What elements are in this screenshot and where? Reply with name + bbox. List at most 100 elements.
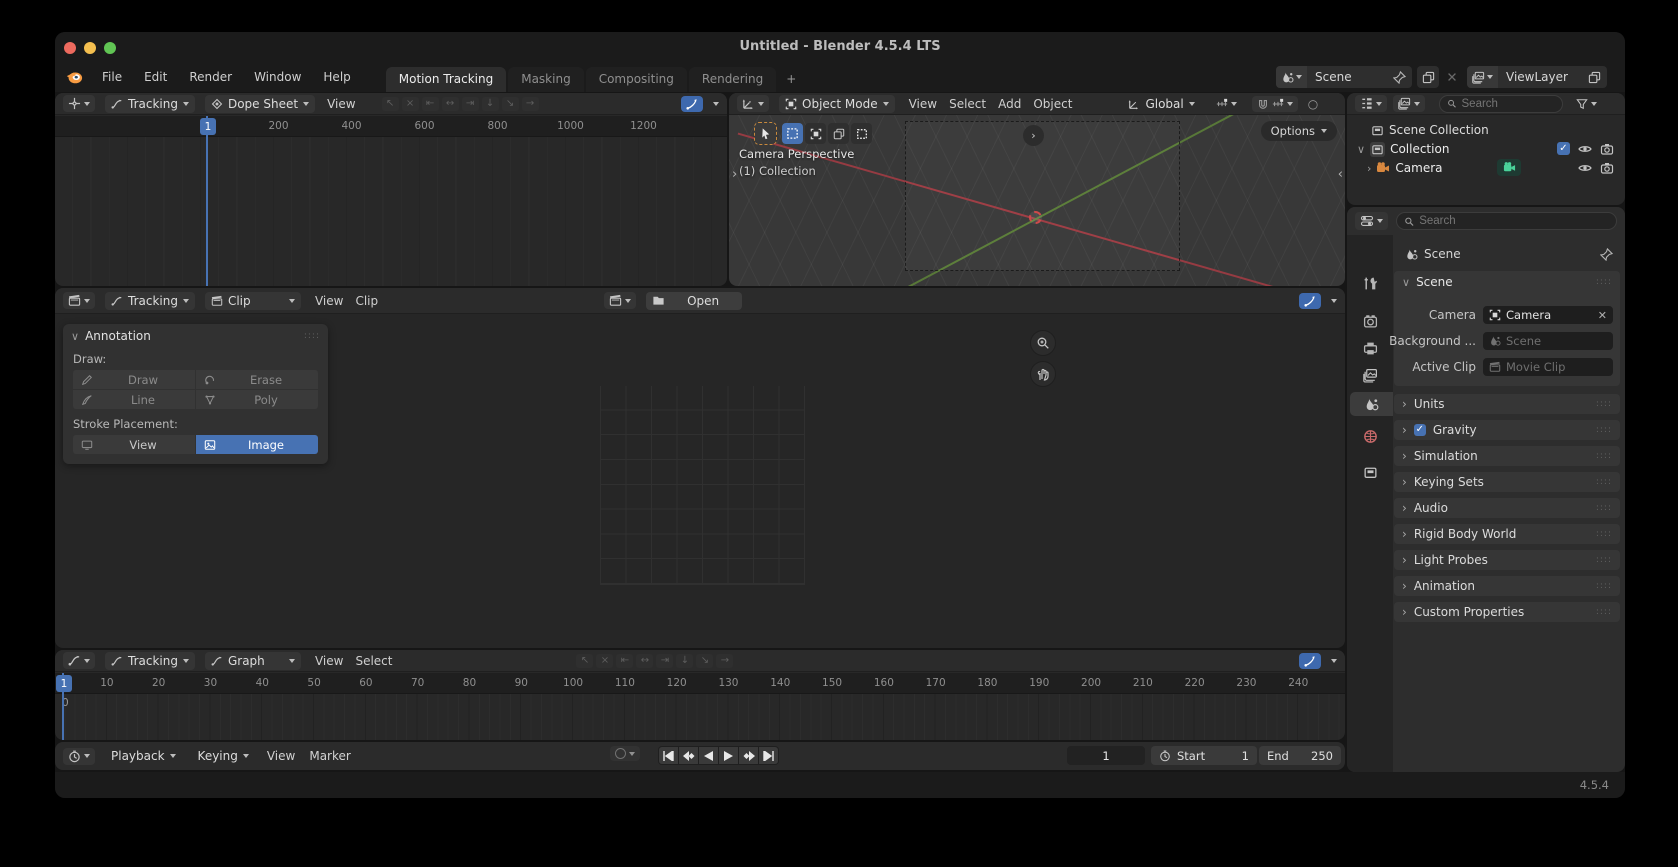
panel-drag-dots[interactable] [1596,581,1612,591]
collection-render-camera-icon[interactable] [1600,142,1614,156]
panel-drag-dots[interactable] [1596,503,1612,513]
outliner-editor-type-button[interactable] [1355,95,1387,112]
frame-start-field[interactable]: Start 1 [1151,746,1257,765]
play-button[interactable] [719,747,738,764]
camera-render-icon[interactable] [1600,161,1614,175]
cursor-tool-button[interactable] [805,123,826,144]
annotation-panel-header[interactable]: ∨Annotation [63,324,328,348]
clip-editor-menu[interactable]: Clip [351,292,382,310]
timeline-editor-type-button[interactable] [63,748,95,765]
viewport-menu[interactable]: View [905,95,941,113]
dope-sheet-active-tool-button[interactable] [681,96,703,112]
outliner-row-camera[interactable]: › Camera [1367,159,1443,177]
annotate-tool-button[interactable] [851,123,872,144]
viewport-editor-type-button[interactable] [737,95,769,112]
graph-mode-dropdown[interactable]: Tracking [105,652,195,670]
play-reverse-button[interactable] [699,747,718,764]
annotation-draw-button[interactable]: Draw [73,370,195,389]
outliner-row-collection[interactable]: ∨ Collection [1357,140,1449,158]
properties-panel[interactable]: Audio [1394,498,1620,518]
clip-active-tool-button[interactable] [1299,293,1321,309]
graph-editor-menu[interactable]: View [311,652,347,670]
camera-data-icon[interactable] [1497,159,1521,176]
pin-icon[interactable] [1600,248,1613,261]
mode-dropdown[interactable]: Object Mode [779,95,895,113]
clip-mode-dropdown[interactable]: Tracking [105,292,195,310]
tab-compositing[interactable]: Compositing [586,67,687,92]
options-dropdown[interactable]: Options [1261,121,1337,141]
expand-chevron-icon[interactable]: › [1367,162,1371,175]
graph-canvas[interactable] [55,694,1345,740]
graph-tool-dropdown[interactable] [1331,659,1337,663]
dope-sheet-context-dropdown[interactable]: Dope Sheet [205,95,315,113]
viewport-menu[interactable]: Object [1029,95,1076,113]
graph-view-dropdown[interactable]: Graph [205,652,301,670]
properties-panel[interactable]: Simulation [1394,446,1620,466]
timeline-marker-menu[interactable]: Marker [307,747,352,765]
toolbar-panel-arrow[interactable]: › [732,167,737,182]
outliner-filter-button[interactable] [1571,96,1602,112]
annotation-poly-button[interactable]: Poly [196,390,318,409]
topbar-menu[interactable]: File [93,67,131,87]
panel-drag-dots[interactable] [1596,529,1612,539]
collection-hide-eye-icon[interactable] [1578,142,1592,156]
camera-hide-eye-icon[interactable] [1578,161,1592,175]
scene-camera-field[interactable]: Camera ✕ [1483,306,1613,324]
gravity-checkbox[interactable]: ✓ [1414,424,1426,436]
expand-chevron-icon[interactable]: ∨ [1357,143,1365,156]
timeline-view-menu[interactable]: View [265,747,297,765]
tab-tool-properties[interactable] [1347,271,1393,295]
viewport-menu[interactable]: Add [994,95,1025,113]
stroke-placement-image-button[interactable]: Image [196,435,318,454]
viewlayer-selector[interactable]: ViewLayer [1467,66,1607,88]
annotation-line-button[interactable]: Line [73,390,195,409]
properties-editor-type-button[interactable] [1355,212,1388,230]
collection-checkbox[interactable]: ✓ [1557,142,1570,155]
properties-panel[interactable]: Light Probes [1394,550,1620,570]
topbar-menu[interactable]: Window [245,67,310,87]
playback-dropdown[interactable]: Playback [105,747,182,765]
toolbar-expand-button[interactable]: › [1023,125,1044,146]
scene-browse-button[interactable] [1276,66,1307,88]
clip-editor-type-button[interactable] [63,292,95,309]
jump-to-end-button[interactable] [759,747,778,764]
clip-placeholder-grid[interactable] [600,386,805,585]
clear-camera-icon[interactable]: ✕ [1598,309,1607,322]
dope-sheet-view-menu[interactable]: View [325,95,357,113]
properties-panel-gravity[interactable]: ✓ Gravity [1394,420,1620,440]
panel-drag-dots[interactable] [1596,477,1612,487]
properties-panel[interactable]: Animation [1394,576,1620,596]
dope-sheet-mode-dropdown[interactable]: Tracking [105,95,195,113]
properties-search[interactable] [1396,212,1617,230]
next-keyframe-button[interactable] [739,747,758,764]
playhead[interactable] [206,116,208,286]
panel-drag-dots[interactable] [304,331,320,341]
clip-editor-menu[interactable]: View [311,292,347,310]
properties-panel[interactable]: Units [1394,394,1620,414]
panel-drag-dots[interactable] [1596,277,1612,287]
snap-toggle[interactable] [1252,96,1298,112]
outliner-search[interactable] [1439,95,1563,113]
viewlayer-browse-button[interactable] [1467,66,1498,88]
topbar-menu[interactable]: Help [314,67,359,87]
dope-sheet-canvas[interactable] [55,137,727,286]
annotation-erase-button[interactable]: Erase [196,370,318,389]
graph-active-tool-button[interactable] [1299,653,1321,669]
prev-keyframe-button[interactable] [679,747,698,764]
jump-to-start-button[interactable] [659,747,678,764]
panel-drag-dots[interactable] [1596,555,1612,565]
outliner-display-mode-button[interactable] [1393,95,1425,112]
clip-view-dropdown[interactable]: Clip [205,292,301,310]
orientation-dropdown[interactable]: Global [1122,95,1200,113]
stroke-placement-view-button[interactable]: View [73,435,195,454]
active-clip-field[interactable]: Movie Clip [1483,358,1613,376]
panel-drag-dots[interactable] [1596,399,1612,409]
viewlayer-name[interactable]: ViewLayer [1498,70,1588,84]
current-frame-indicator[interactable]: 1 [56,675,72,692]
properties-search-input[interactable] [1419,215,1609,227]
background-scene-field[interactable]: Scene [1483,332,1613,350]
tab-rendering[interactable]: Rendering [689,67,776,92]
outliner-search-input[interactable] [1462,98,1555,110]
topbar-menu[interactable]: Render [180,67,241,87]
tab-scene-properties[interactable] [1350,392,1393,416]
